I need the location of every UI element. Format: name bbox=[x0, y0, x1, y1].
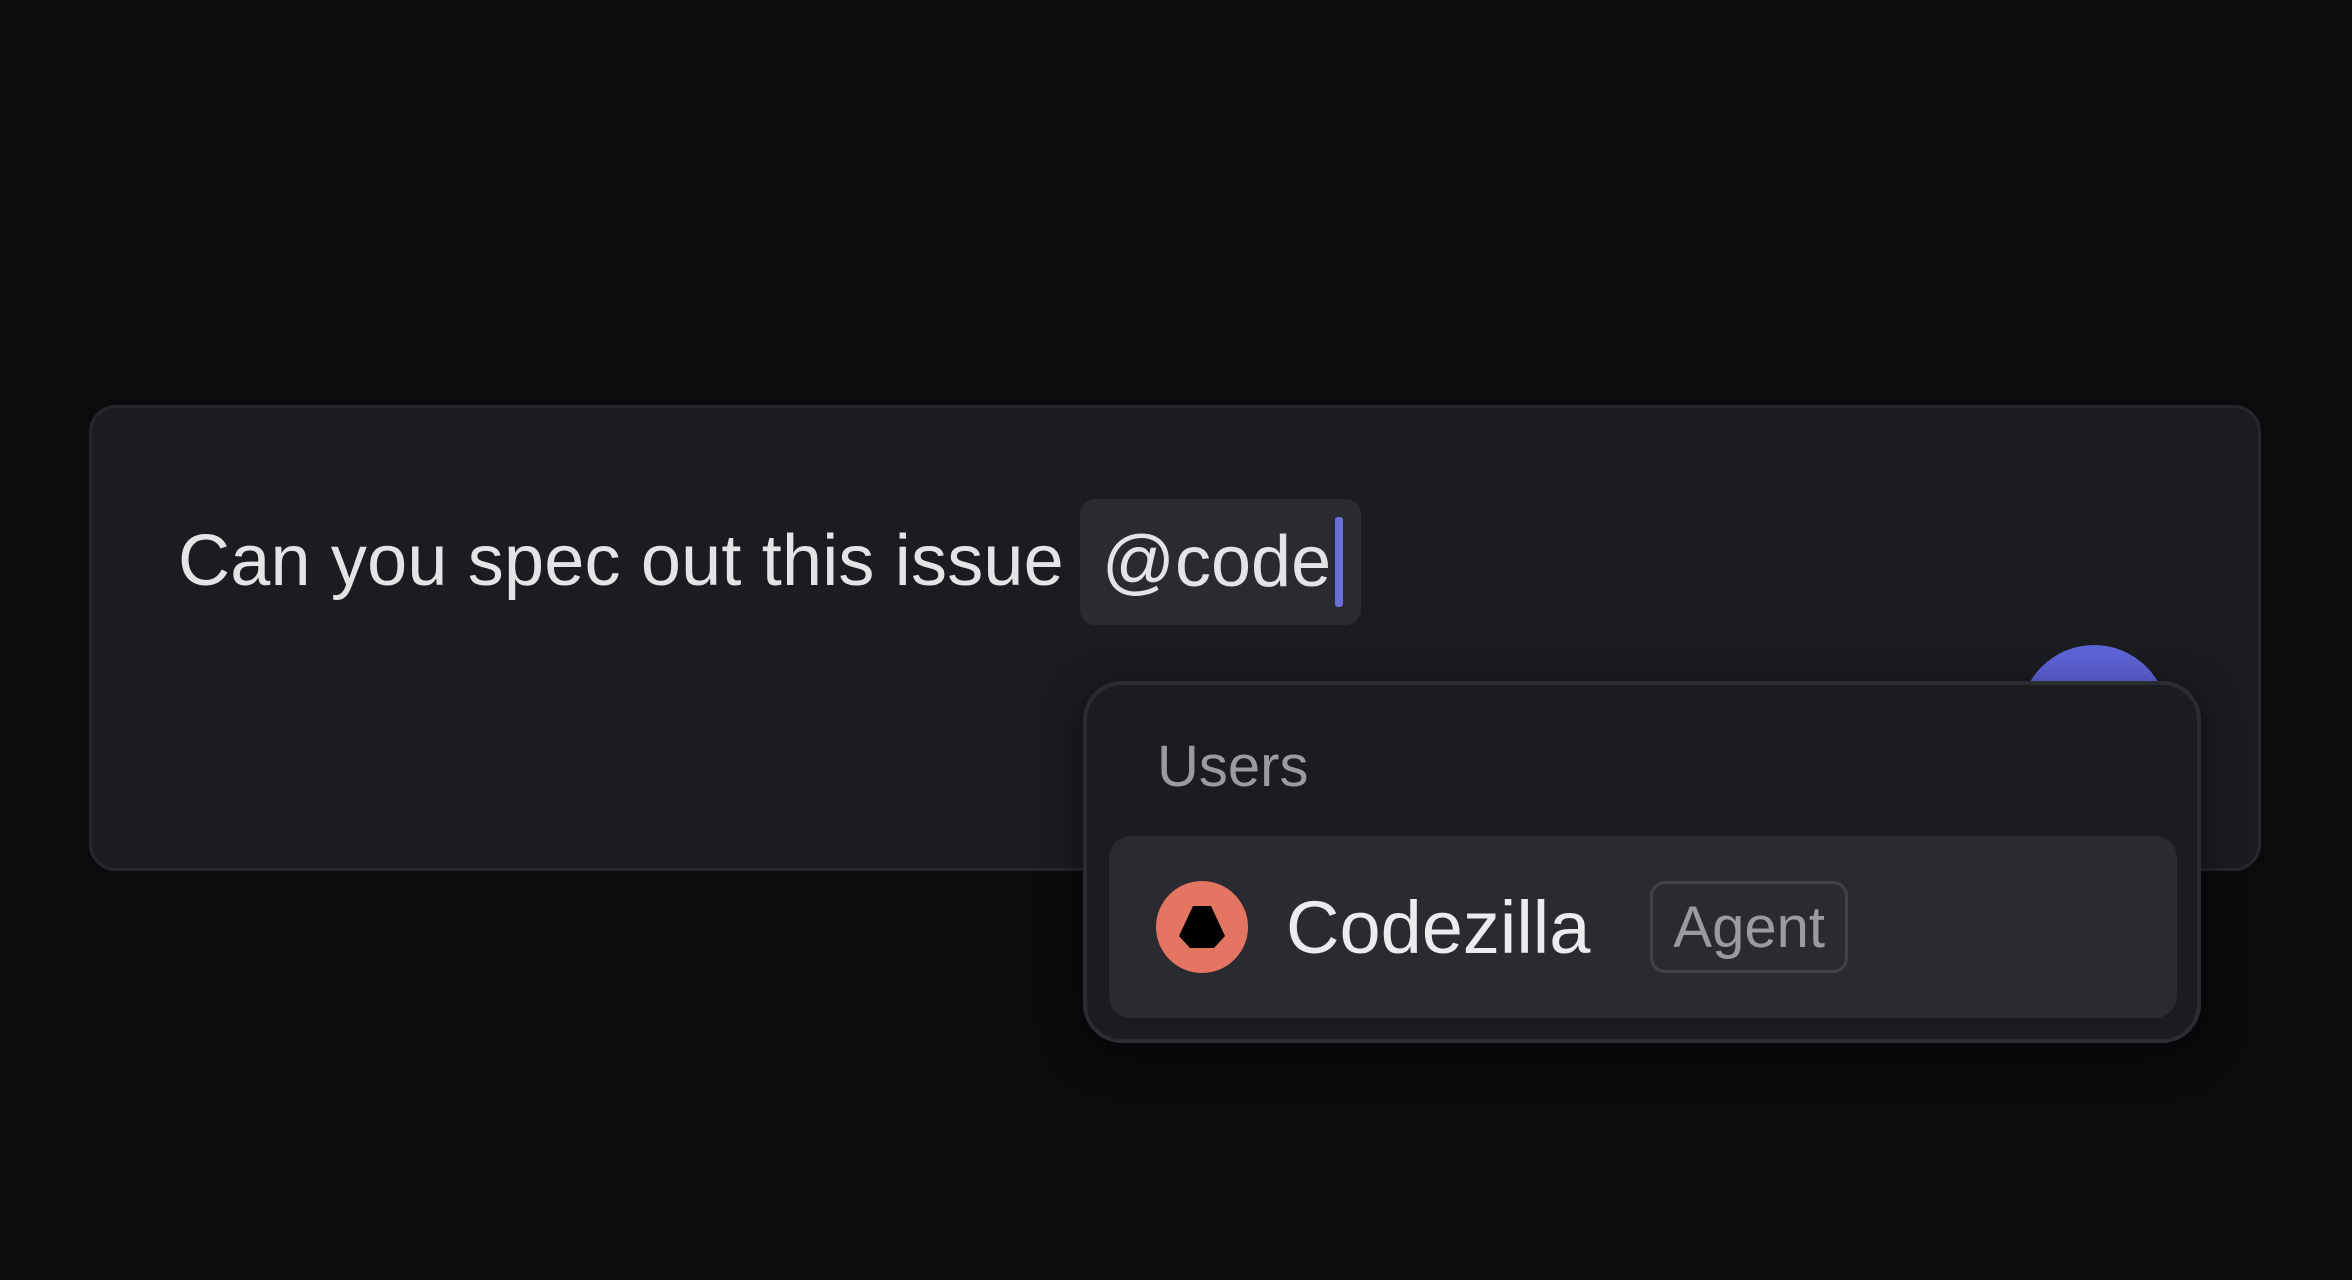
agent-badge: Agent bbox=[1650, 881, 1848, 973]
composer-input[interactable]: Can you spec out this issue @code bbox=[178, 499, 1362, 625]
mention-query: @code bbox=[1101, 522, 1332, 602]
agent-logo-glyph bbox=[1179, 906, 1225, 948]
mention-option-codezilla[interactable]: Codezilla Agent bbox=[1109, 836, 2177, 1018]
codezilla-logo-icon bbox=[1156, 881, 1248, 973]
screen: Can you spec out this issue @code Users … bbox=[0, 0, 2352, 1280]
text-caret bbox=[1335, 517, 1344, 607]
mention-option-name: Codezilla bbox=[1286, 885, 1591, 969]
mention-token[interactable]: @code bbox=[1079, 499, 1362, 625]
composer-text: Can you spec out this issue bbox=[178, 521, 1064, 601]
popup-section-label: Users bbox=[1157, 734, 1309, 799]
mention-popup: Users Codezilla Agent bbox=[1083, 681, 2201, 1043]
